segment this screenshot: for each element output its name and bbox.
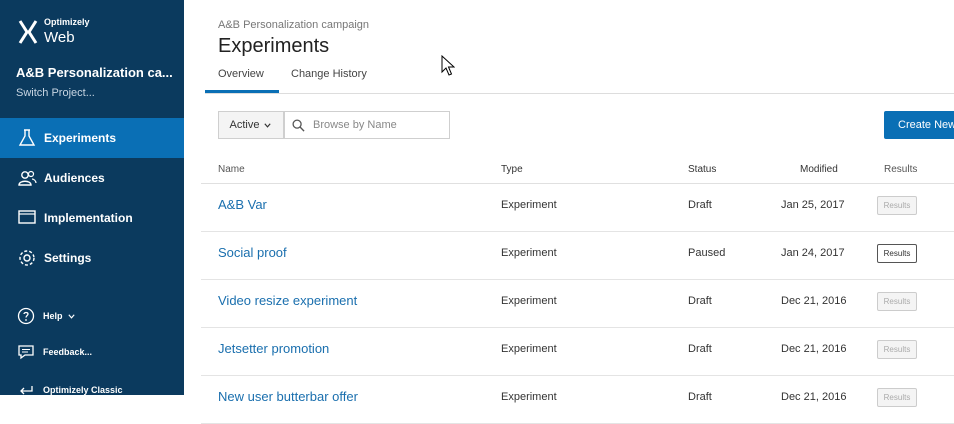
filter-label: Active — [229, 119, 260, 131]
results-button[interactable]: Results — [877, 196, 917, 215]
table-row[interactable]: Video resize experiment Experiment Draft… — [201, 280, 954, 328]
feedback-icon — [18, 345, 34, 360]
page-title: Experiments — [218, 35, 330, 57]
flask-icon — [18, 129, 36, 146]
experiment-type: Experiment — [501, 295, 557, 307]
column-header-status[interactable]: Status — [688, 164, 716, 175]
experiment-type: Experiment — [501, 343, 557, 355]
experiment-name-link[interactable]: A&B Var — [218, 197, 267, 212]
sidebar-item-settings[interactable]: Settings — [0, 238, 184, 278]
project-name: A&B Personalization ca... — [16, 65, 173, 80]
optimizely-logo-icon — [18, 19, 38, 44]
results-button[interactable]: Results — [877, 340, 917, 359]
sidebar-item-implementation[interactable]: Implementation — [0, 198, 184, 238]
classic-link[interactable]: Optimizely Classic — [17, 381, 123, 399]
chevron-down-icon — [67, 313, 75, 319]
experiment-status: Draft — [688, 391, 712, 403]
table-row[interactable]: New user butterbar offer Experiment Draf… — [201, 376, 954, 424]
search-input[interactable] — [311, 118, 435, 132]
users-icon — [18, 170, 37, 186]
table-row[interactable]: A&B Var Experiment Draft Jan 25, 2017 Re… — [201, 184, 954, 232]
logo-product: Web — [44, 29, 75, 46]
sidebar-item-label: Audiences — [44, 171, 105, 185]
status-filter-dropdown[interactable]: Active — [218, 111, 284, 139]
feedback-link[interactable]: Feedback... — [17, 343, 92, 361]
experiment-modified: Dec 21, 2016 — [781, 343, 847, 355]
experiment-name-link[interactable]: Video resize experiment — [218, 293, 357, 308]
experiment-status: Draft — [688, 343, 712, 355]
help-icon — [17, 307, 35, 325]
breadcrumb[interactable]: A&B Personalization campaign — [218, 19, 369, 31]
tab-bar: Overview Change History — [205, 62, 954, 94]
gear-icon — [19, 250, 35, 266]
sidebar-item-audiences[interactable]: Audiences — [0, 158, 184, 198]
experiment-type: Experiment — [501, 247, 557, 259]
table-header: Name Type Status Modified Results — [201, 155, 954, 184]
experiment-status: Draft — [688, 199, 712, 211]
column-header-name[interactable]: Name — [218, 164, 245, 175]
experiment-status: Paused — [688, 247, 726, 259]
sidebar-item-label: Experiments — [44, 131, 117, 145]
sidebar-item-experiments[interactable]: Experiments — [0, 118, 184, 158]
column-header-results: Results — [884, 164, 918, 175]
return-arrow-icon — [20, 386, 33, 395]
table-row[interactable]: Jetsetter promotion Experiment Draft Dec… — [201, 328, 954, 376]
sidebar-item-label: Settings — [44, 251, 92, 265]
experiment-type: Experiment — [501, 199, 557, 211]
experiment-type: Experiment — [501, 391, 557, 403]
experiment-modified: Jan 25, 2017 — [781, 199, 845, 211]
help-label: Help — [43, 311, 63, 321]
help-menu[interactable]: Help — [17, 307, 76, 325]
feedback-label: Feedback... — [43, 347, 93, 357]
results-button[interactable]: Results — [877, 244, 917, 263]
monitor-icon — [18, 210, 36, 224]
tab-overview[interactable]: Overview — [218, 68, 264, 80]
sidebar-item-label: Implementation — [44, 211, 133, 225]
search-icon — [292, 118, 305, 132]
tab-change-history[interactable]: Change History — [291, 68, 367, 80]
experiment-modified: Dec 21, 2016 — [781, 391, 847, 403]
column-header-type[interactable]: Type — [501, 164, 523, 175]
sidebar-nav: Experiments Audiences Implementation Set… — [0, 118, 184, 278]
active-tab-indicator — [205, 90, 279, 93]
create-new-button[interactable]: Create New — [884, 111, 954, 139]
chevron-down-icon — [264, 122, 272, 128]
logo-brand: Optimizely — [44, 17, 90, 27]
experiments-table: Name Type Status Modified Results A&B Va… — [201, 155, 954, 424]
search-box[interactable] — [284, 111, 450, 139]
experiment-modified: Jan 24, 2017 — [781, 247, 845, 259]
results-button[interactable]: Results — [877, 388, 917, 407]
mouse-cursor-icon — [441, 55, 455, 76]
experiment-name-link[interactable]: New user butterbar offer — [218, 389, 358, 404]
experiment-name-link[interactable]: Social proof — [218, 245, 287, 260]
sidebar: Optimizely Web A&B Personalization ca...… — [0, 0, 184, 395]
results-button[interactable]: Results — [877, 292, 917, 311]
table-row[interactable]: Social proof Experiment Paused Jan 24, 2… — [201, 232, 954, 280]
optimizely-logo[interactable]: Optimizely Web — [18, 18, 90, 45]
classic-label: Optimizely Classic — [43, 385, 123, 395]
switch-project-link[interactable]: Switch Project... — [16, 87, 95, 99]
experiment-name-link[interactable]: Jetsetter promotion — [218, 341, 329, 356]
experiment-status: Draft — [688, 295, 712, 307]
column-header-modified[interactable]: Modified — [800, 164, 838, 175]
experiment-modified: Dec 21, 2016 — [781, 295, 847, 307]
